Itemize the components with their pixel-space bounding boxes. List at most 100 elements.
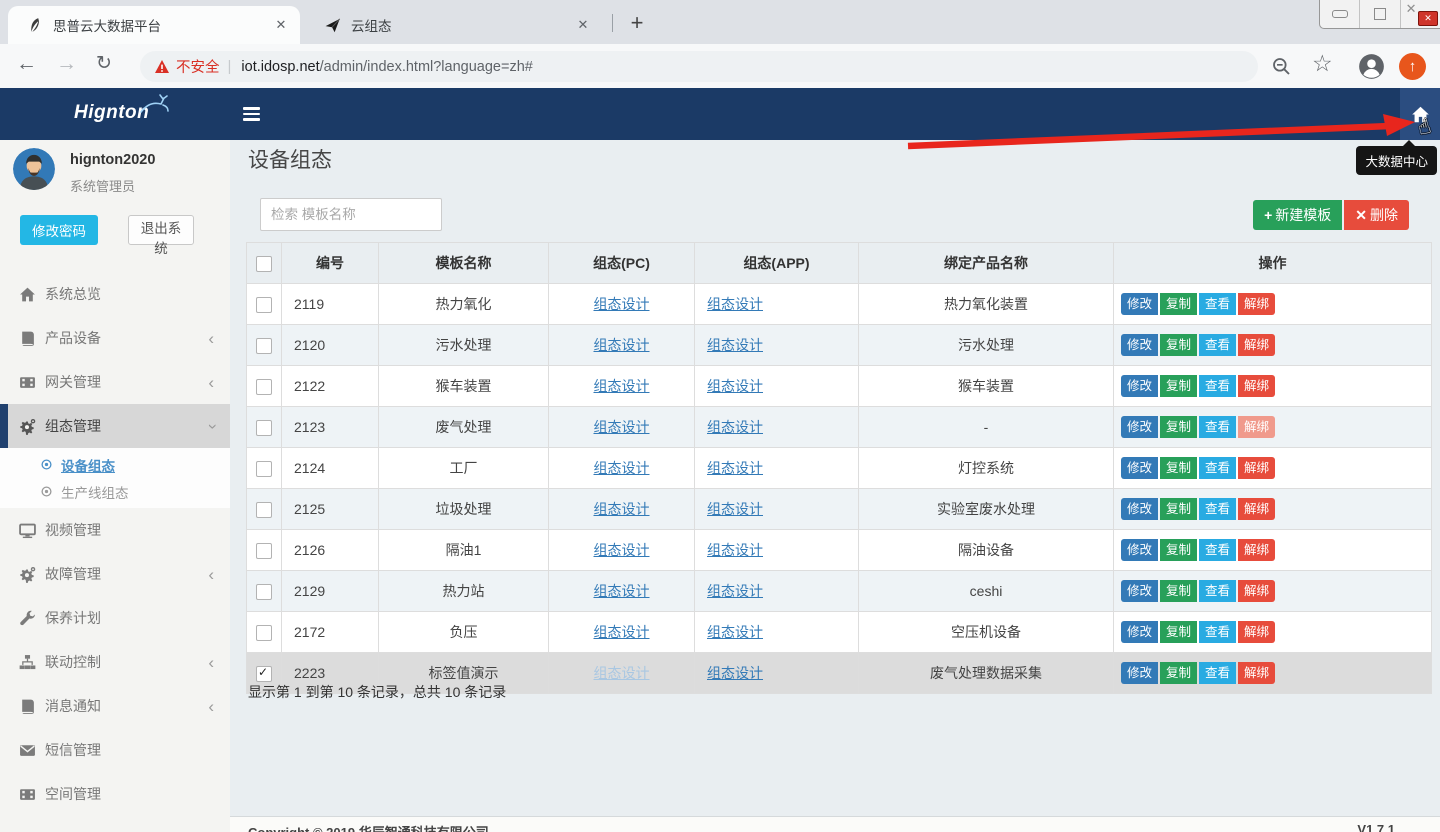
change-password-button[interactable]: 修改密码 [20, 215, 98, 245]
edit-button[interactable]: 修改 [1121, 334, 1158, 356]
view-button[interactable]: 查看 [1199, 293, 1236, 315]
pc-design-link[interactable]: 组态设计 [594, 501, 650, 517]
app-design-link[interactable]: 组态设计 [707, 378, 763, 394]
app-design-link[interactable]: 组态设计 [707, 337, 763, 353]
edit-button[interactable]: 修改 [1121, 375, 1158, 397]
unbind-button[interactable]: 解绑 [1238, 334, 1275, 356]
new-tab-button[interactable]: + [622, 8, 652, 38]
pc-design-link[interactable]: 组态设计 [594, 460, 650, 476]
view-button[interactable]: 查看 [1199, 457, 1236, 479]
pc-design-link[interactable]: 组态设计 [594, 419, 650, 435]
new-template-button[interactable]: +新建模板 [1253, 200, 1342, 230]
edit-button[interactable]: 修改 [1121, 580, 1158, 602]
unbind-button[interactable]: 解绑 [1238, 580, 1275, 602]
restore-button[interactable] [1359, 0, 1399, 28]
pc-design-link[interactable]: 组态设计 [594, 583, 650, 599]
zoom-out-icon[interactable] [1272, 44, 1291, 88]
view-button[interactable]: 查看 [1199, 580, 1236, 602]
view-button[interactable]: 查看 [1199, 539, 1236, 561]
unbind-button[interactable]: 解绑 [1238, 293, 1275, 315]
sidebar-item[interactable]: 组态管理‹ [0, 404, 230, 448]
unbind-button[interactable]: 解绑 [1238, 539, 1275, 561]
copy-button[interactable]: 复制 [1160, 375, 1197, 397]
view-button[interactable]: 查看 [1199, 416, 1236, 438]
unbind-button[interactable]: 解绑 [1238, 416, 1275, 438]
edit-button[interactable]: 修改 [1121, 662, 1158, 684]
sidebar-item[interactable]: 故障管理‹ [0, 552, 230, 596]
edit-button[interactable]: 修改 [1121, 293, 1158, 315]
browser-tab-inactive[interactable]: 云组态 ✕ [306, 6, 602, 44]
delete-button[interactable]: ✕删除 [1344, 200, 1409, 230]
pc-design-link[interactable]: 组态设计 [594, 337, 650, 353]
view-button[interactable]: 查看 [1199, 621, 1236, 643]
row-checkbox[interactable] [256, 297, 272, 313]
row-checkbox[interactable] [256, 543, 272, 559]
app-design-link[interactable]: 组态设计 [707, 583, 763, 599]
copy-button[interactable]: 复制 [1160, 416, 1197, 438]
copy-button[interactable]: 复制 [1160, 539, 1197, 561]
pc-design-link[interactable]: 组态设计 [594, 665, 650, 681]
logout-button[interactable]: 退出系统 [128, 215, 194, 245]
search-input[interactable] [260, 198, 442, 231]
pc-design-link[interactable]: 组态设计 [594, 296, 650, 312]
sidebar-subitem[interactable]: 生产线组态 [0, 478, 230, 505]
row-checkbox[interactable] [256, 420, 272, 436]
copy-button[interactable]: 复制 [1160, 498, 1197, 520]
app-design-link[interactable]: 组态设计 [707, 460, 763, 476]
row-checkbox[interactable] [256, 584, 272, 600]
copy-button[interactable]: 复制 [1160, 334, 1197, 356]
sidebar-item[interactable]: 联动控制‹ [0, 640, 230, 684]
view-button[interactable]: 查看 [1199, 662, 1236, 684]
reload-icon[interactable]: ↻ [96, 52, 112, 75]
app-design-link[interactable]: 组态设计 [707, 419, 763, 435]
address-bar[interactable]: 不安全 | iot.idosp.net /admin/index.html?la… [140, 51, 1258, 82]
sidebar-subitem[interactable]: 设备组态 [0, 451, 230, 478]
select-all-checkbox[interactable] [256, 256, 272, 272]
edit-button[interactable]: 修改 [1121, 457, 1158, 479]
row-checkbox[interactable] [256, 338, 272, 354]
copy-button[interactable]: 复制 [1160, 580, 1197, 602]
pc-design-link[interactable]: 组态设计 [594, 542, 650, 558]
unbind-button[interactable]: 解绑 [1238, 498, 1275, 520]
pc-design-link[interactable]: 组态设计 [594, 378, 650, 394]
app-design-link[interactable]: 组态设计 [707, 665, 763, 681]
app-design-link[interactable]: 组态设计 [707, 296, 763, 312]
row-checkbox[interactable] [256, 502, 272, 518]
row-checkbox[interactable] [256, 625, 272, 641]
sidebar-item[interactable]: 短信管理 [0, 728, 230, 772]
row-checkbox[interactable] [256, 461, 272, 477]
pc-design-link[interactable]: 组态设计 [594, 624, 650, 640]
profile-avatar-icon[interactable] [1358, 44, 1385, 88]
copy-button[interactable]: 复制 [1160, 457, 1197, 479]
edit-button[interactable]: 修改 [1121, 539, 1158, 561]
forward-icon[interactable]: → [56, 52, 77, 76]
sidebar-item[interactable]: 保养计划 [0, 596, 230, 640]
view-button[interactable]: 查看 [1199, 334, 1236, 356]
back-icon[interactable]: ← [16, 52, 37, 76]
browser-tab-active[interactable]: 思普云大数据平台 ✕ [8, 6, 300, 44]
app-design-link[interactable]: 组态设计 [707, 624, 763, 640]
sidebar-item[interactable]: 消息通知‹ [0, 684, 230, 728]
sidebar-item[interactable]: 产品设备‹ [0, 316, 230, 360]
edit-button[interactable]: 修改 [1121, 416, 1158, 438]
unbind-button[interactable]: 解绑 [1238, 375, 1275, 397]
minimize-button[interactable] [1320, 0, 1359, 28]
sidebar-item[interactable]: 视频管理 [0, 508, 230, 552]
row-checkbox[interactable] [256, 666, 272, 682]
bookmark-star-icon[interactable]: ☆ [1312, 50, 1333, 77]
edit-button[interactable]: 修改 [1121, 621, 1158, 643]
copy-button[interactable]: 复制 [1160, 662, 1197, 684]
edit-button[interactable]: 修改 [1121, 498, 1158, 520]
tab-close-icon[interactable]: ✕ [272, 17, 290, 33]
tab-close-icon[interactable]: ✕ [574, 17, 592, 33]
hamburger-menu-icon[interactable] [243, 107, 260, 124]
view-button[interactable]: 查看 [1199, 498, 1236, 520]
sidebar-item[interactable]: 空间管理 [0, 772, 230, 816]
close-button[interactable]: ✕ ✕ [1400, 0, 1440, 28]
sidebar-item[interactable]: 系统总览 [0, 272, 230, 316]
copy-button[interactable]: 复制 [1160, 293, 1197, 315]
browser-update-icon[interactable]: ↑ [1399, 44, 1426, 88]
unbind-button[interactable]: 解绑 [1238, 621, 1275, 643]
row-checkbox[interactable] [256, 379, 272, 395]
app-design-link[interactable]: 组态设计 [707, 542, 763, 558]
